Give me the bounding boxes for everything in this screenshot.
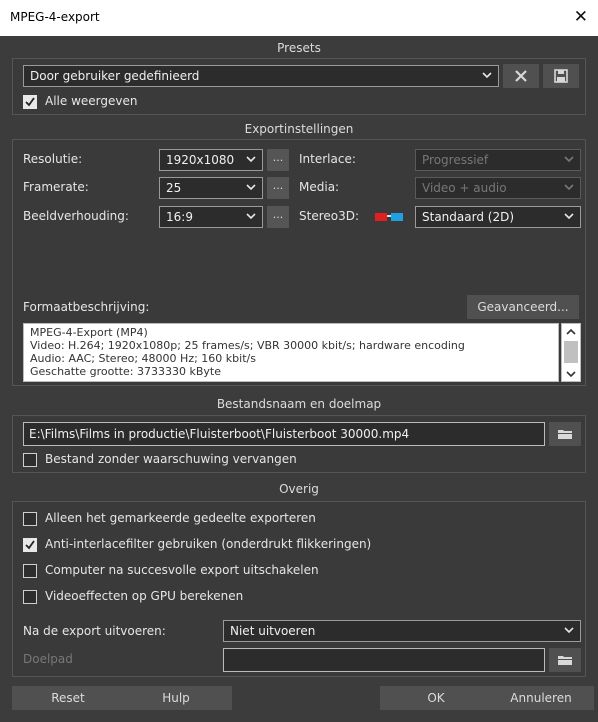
checkmark-icon [25,540,35,550]
browse-file-button[interactable] [549,422,581,446]
title-bar: MPEG-4-export ✕ [0,0,598,36]
stereo3d-dropdown[interactable]: Standaard (2D) [415,206,581,228]
chevron-down-icon [246,156,256,163]
chevron-down-icon[interactable] [566,370,576,378]
anti-interlace-checkbox[interactable] [23,538,37,552]
close-icon[interactable]: ✕ [574,7,588,27]
aspect-dropdown[interactable]: 16:9 [159,206,263,228]
resolution-value: 1920x1080 [166,153,235,167]
anti-interlace-label: Anti-interlacefilter gebruiken (onderdru… [45,537,372,551]
format-description-box: MPEG-4-Export (MP4) Video: H.264; 1920x1… [23,323,559,382]
after-export-label: Na de export uitvoeren: [23,624,166,638]
window-title: MPEG-4-export [10,10,100,24]
save-preset-button[interactable] [543,64,579,88]
shutdown-label: Computer na succesvolle export uitschake… [45,563,319,577]
scrollbar-thumb[interactable] [564,341,578,363]
media-dropdown[interactable]: Video + audio [415,177,581,199]
delete-icon [515,70,527,82]
chevron-up-icon[interactable] [566,328,576,336]
chevron-down-icon [564,627,574,634]
chevron-down-icon [246,213,256,220]
media-value: Video + audio [422,181,507,195]
other-panel: Alleen het gemarkeerde gedeelte exporter… [12,501,586,677]
presets-header: Presets [277,41,321,55]
resolution-more-button[interactable]: ... [267,149,289,171]
presets-panel: Door gebruiker gedefinieerd Alle weergev… [12,58,586,115]
file-header: Bestandsnaam en doelmap [216,397,382,411]
file-path-input[interactable]: E:\Films\Films in productie\Fluisterboot… [23,422,545,446]
framerate-label: Framerate: [23,180,89,194]
show-all-checkbox[interactable] [23,95,37,109]
browse-target-button[interactable] [549,648,581,672]
chevron-down-icon [564,213,574,220]
interlace-value: Progressief [422,153,489,167]
save-icon [554,69,568,83]
cancel-button[interactable]: Annuleren [488,686,594,710]
file-panel: E:\Films\Films in productie\Fluisterboot… [12,415,586,473]
stereo3d-value: Standaard (2D) [422,210,514,224]
folder-icon [558,430,572,439]
export-settings-panel: Resolutie: 1920x1080 ... Framerate: 25 .… [12,139,586,386]
checkmark-icon [25,97,35,107]
export-selection-label: Alleen het gemarkeerde gedeelte exporter… [45,511,316,525]
help-button[interactable]: Hulp [120,686,232,710]
gpu-effects-label: Videoeffecten op GPU berekenen [45,589,244,603]
3d-glasses-icon [375,213,403,221]
framerate-more-button[interactable]: ... [267,177,289,199]
file-path-value: E:\Films\Films in productie\Fluisterboot… [29,427,410,441]
overwrite-label: Bestand zonder waarschuwing vervangen [45,452,297,466]
framerate-dropdown[interactable]: 25 [159,177,263,199]
ok-button[interactable]: OK [380,686,492,710]
interlace-dropdown[interactable]: Progressief [415,149,581,171]
show-all-label: Alle weergeven [45,94,138,108]
description-line: Video: H.264; 1920x1080p; 25 frames/s; V… [30,339,465,352]
resolution-dropdown[interactable]: 1920x1080 [159,149,263,171]
chevron-down-icon [564,184,574,191]
folder-icon [558,656,572,665]
aspect-value: 16:9 [166,210,193,224]
chevron-down-icon [564,156,574,163]
reset-button[interactable]: Reset [12,686,124,710]
shutdown-checkbox[interactable] [23,564,37,578]
stereo3d-label: Stereo3D: [299,209,360,223]
gpu-effects-checkbox[interactable] [23,590,37,604]
after-export-value: Niet uitvoeren [230,624,316,638]
dialog-body: Presets Door gebruiker gedefinieerd Alle… [4,36,594,718]
export-selection-checkbox[interactable] [23,512,37,526]
preset-dropdown[interactable]: Door gebruiker gedefinieerd [23,65,499,87]
other-header: Overig [279,482,319,496]
media-label: Media: [299,180,340,194]
chevron-down-icon [482,72,492,79]
description-line: MPEG-4-Export (MP4) [30,326,148,339]
after-export-dropdown[interactable]: Niet uitvoeren [223,620,581,642]
resolution-label: Resolutie: [23,152,83,166]
interlace-label: Interlace: [299,152,356,166]
export-settings-header: Exportinstellingen [244,122,354,136]
delete-preset-button[interactable] [503,64,539,88]
framerate-value: 25 [166,181,182,195]
target-path-input[interactable] [223,648,545,672]
dialog-buttons: Reset Hulp OK Annuleren [4,686,594,712]
advanced-button[interactable]: Geavanceerd... [467,295,579,319]
aspect-label: Beeldverhouding: [23,209,129,223]
target-path-label: Doelpad [23,652,73,666]
aspect-more-button[interactable]: ... [267,206,289,228]
format-description-label: Formaatbeschrijving: [23,300,150,314]
description-line: Geschatte grootte: 3733330 kByte [30,365,221,378]
description-scrollbar[interactable] [561,323,581,382]
preset-value: Door gebruiker gedefinieerd [30,69,200,83]
overwrite-checkbox[interactable] [23,453,37,467]
description-line: Audio: AAC; Stereo; 48000 Hz; 160 kbit/s [30,352,256,365]
chevron-down-icon [246,184,256,191]
